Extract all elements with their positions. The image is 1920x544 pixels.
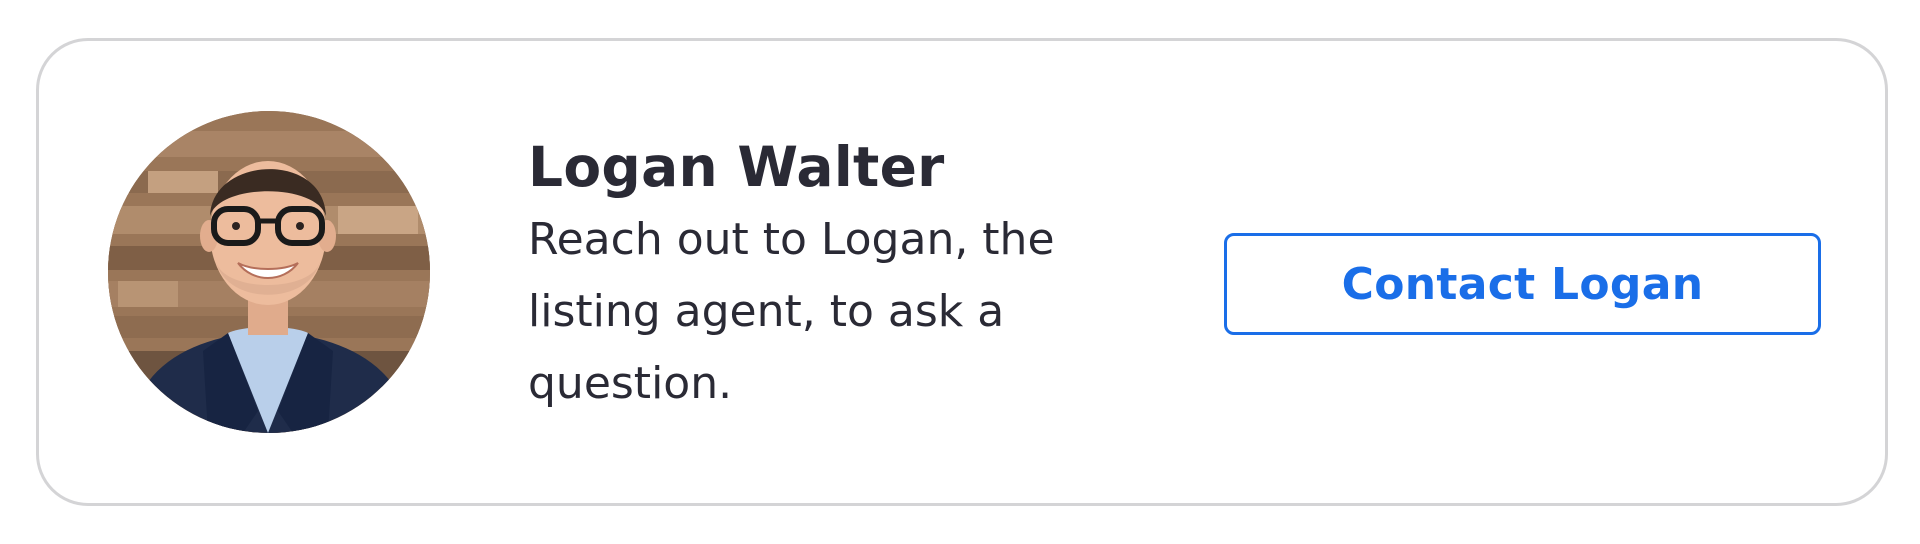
agent-name: Logan Walter	[528, 135, 945, 199]
agent-description: Reach out to Logan, the listing agent, t…	[528, 214, 1055, 409]
agent-portrait-icon	[108, 111, 430, 433]
contact-agent-button[interactable]: Contact Logan	[1224, 233, 1821, 335]
agent-avatar	[108, 111, 430, 433]
